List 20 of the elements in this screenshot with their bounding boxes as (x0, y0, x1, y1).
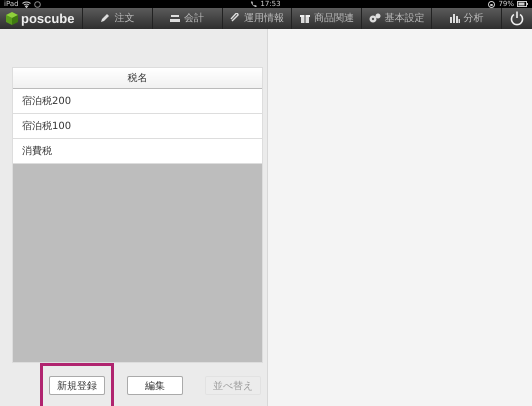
battery-icon (517, 1, 528, 7)
cube-icon (6, 12, 18, 25)
pencil-icon (100, 13, 110, 24)
power-icon (510, 10, 524, 26)
table-row[interactable]: 宿泊税200 (13, 88, 262, 114)
spinner-icon (34, 0, 41, 8)
wifi-icon (22, 0, 31, 8)
app-logo: poscube (21, 10, 74, 26)
action-button[interactable]: 編集 (127, 376, 183, 395)
phone-icon (251, 1, 258, 7)
table-row[interactable]: 宿泊税100 (13, 114, 262, 138)
lock-rotation-icon (488, 0, 496, 8)
column-header: 税名 (13, 68, 262, 88)
paperclip-icon (230, 13, 240, 24)
bar-chart-icon (450, 13, 460, 24)
gears-icon (368, 13, 381, 24)
register-icon (170, 13, 180, 24)
action-button[interactable]: 新規登録 (49, 376, 105, 395)
table-row[interactable]: 消費税 (13, 138, 262, 164)
gift-icon (300, 13, 310, 24)
